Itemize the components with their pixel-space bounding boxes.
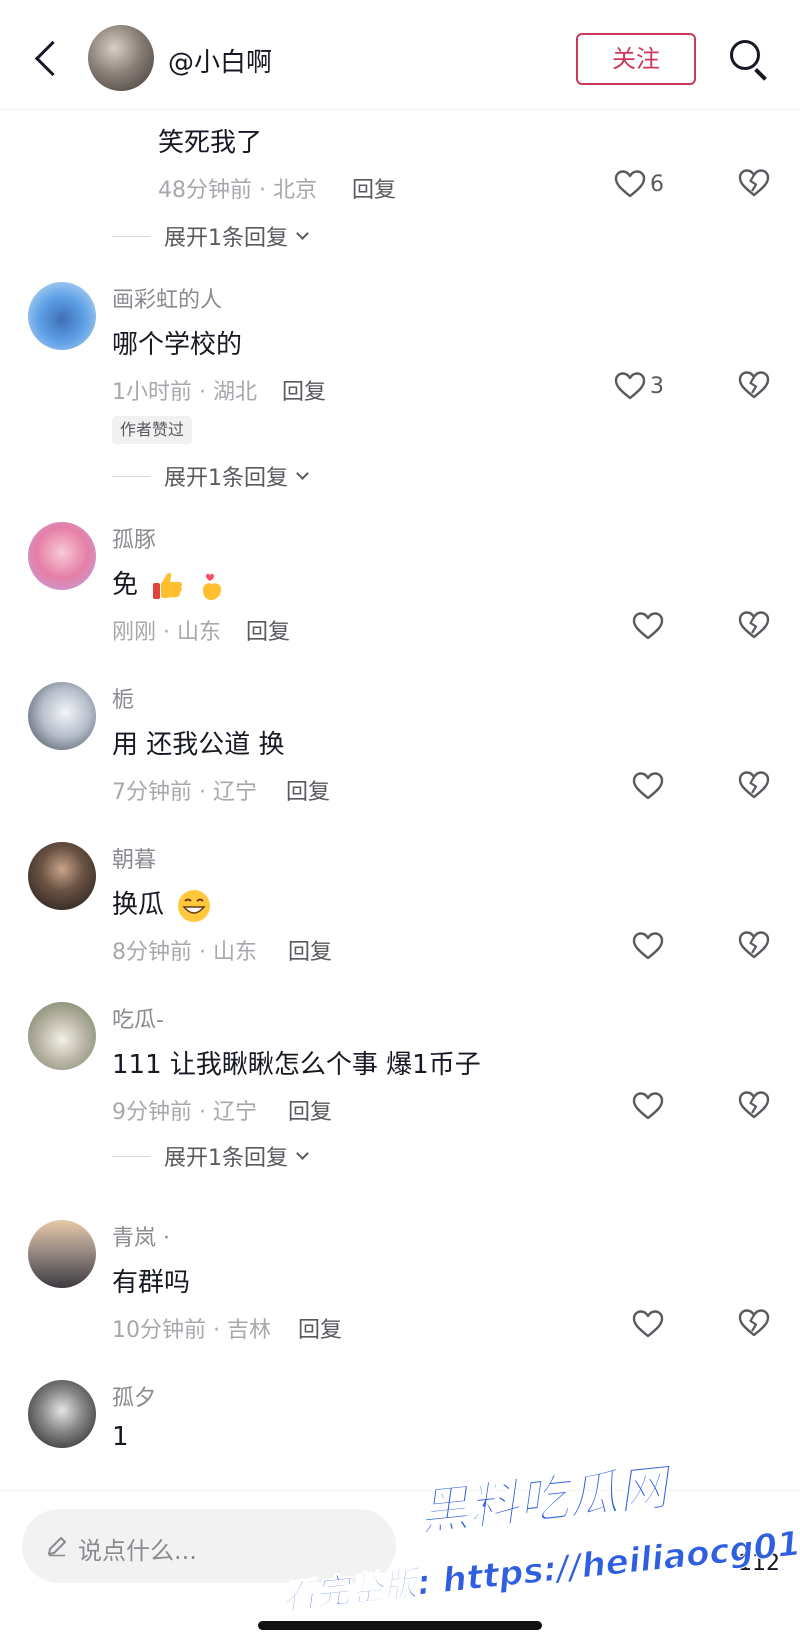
heart-outline-icon	[614, 372, 646, 400]
like-button[interactable]	[632, 770, 664, 802]
chevron-down-icon	[296, 226, 309, 240]
comment-username[interactable]: 朝暮	[112, 842, 156, 874]
reply-button[interactable]: 回复	[288, 934, 332, 966]
comment-text: 有群吗	[112, 1268, 191, 1298]
comment-meta: 1小时前 · 湖北	[112, 380, 257, 405]
user-avatar[interactable]	[28, 1002, 96, 1070]
reply-button[interactable]: 回复	[352, 172, 396, 204]
broken-heart-icon[interactable]	[738, 168, 770, 198]
comment-input-placeholder: 说点什么...	[78, 1537, 197, 1565]
follow-button[interactable]: 关注	[576, 33, 696, 85]
broken-heart-icon[interactable]	[738, 930, 770, 960]
comment-text: 哪个学校的	[112, 330, 243, 360]
heart-outline-icon	[632, 612, 664, 640]
comment-username[interactable]: 吃瓜-	[112, 1002, 164, 1034]
comment-text: 111 让我瞅瞅怎么个事 爆1币子	[112, 1050, 481, 1080]
broken-heart-icon[interactable]	[738, 610, 770, 640]
comment-input-bar: 说点什么... 112	[0, 1490, 800, 1646]
comment-text: 免	[112, 570, 139, 600]
expand-replies[interactable]: 展开1条回复	[112, 220, 309, 252]
comment-meta: 9分钟前 · 辽宁	[112, 1100, 257, 1125]
heart-outline-icon	[632, 1310, 664, 1338]
comment-list[interactable]: 笑死我了 48分钟前 · 北京 回复 6 展开1条回复 画彩虹的人 哪个学校的 …	[0, 110, 800, 1490]
user-avatar[interactable]	[28, 682, 96, 750]
like-button[interactable]	[632, 1090, 664, 1122]
comment-username[interactable]: 画彩虹的人	[112, 282, 222, 314]
author-username[interactable]: @小白啊	[168, 42, 272, 79]
comment-meta: 8分钟前 · 山东	[112, 940, 257, 965]
expand-label: 展开1条回复	[164, 226, 288, 251]
comment-username[interactable]: 孤夕	[112, 1380, 156, 1412]
chevron-down-icon	[296, 466, 309, 480]
heart-outline-icon	[632, 772, 664, 800]
pencil-icon	[48, 1537, 66, 1557]
expand-label: 展开1条回复	[164, 466, 288, 491]
like-button[interactable]	[632, 610, 664, 642]
comment-username[interactable]: 栀	[112, 682, 134, 714]
user-avatar[interactable]	[28, 522, 96, 590]
like-button[interactable]: 6	[614, 168, 664, 200]
like-button[interactable]: 3	[614, 370, 664, 402]
comment-text: 笑死我了	[158, 128, 263, 158]
broken-heart-icon[interactable]	[738, 1308, 770, 1338]
user-avatar[interactable]	[28, 1380, 96, 1448]
comment-text-row: 免	[112, 564, 227, 602]
heart-outline-icon	[632, 1092, 664, 1120]
comment-username[interactable]: 孤豚	[112, 522, 156, 554]
like-button[interactable]	[632, 1308, 664, 1340]
author-liked-badge: 作者赞过	[112, 416, 193, 444]
comment-text: 1	[112, 1422, 129, 1452]
expand-replies[interactable]: 展开1条回复	[112, 460, 309, 492]
reply-button[interactable]: 回复	[246, 614, 290, 646]
user-avatar[interactable]	[28, 282, 96, 350]
reply-button[interactable]: 回复	[282, 374, 326, 406]
comment-meta: 刚刚 · 山东	[112, 620, 221, 645]
reply-button[interactable]: 回复	[298, 1312, 342, 1344]
chevron-down-icon	[296, 1146, 309, 1160]
author-avatar[interactable]	[88, 25, 154, 91]
expand-replies[interactable]: 展开1条回复	[112, 1140, 309, 1172]
grinning-face-emoji-icon	[178, 889, 211, 922]
heart-outline-icon	[632, 932, 664, 960]
search-icon[interactable]	[728, 38, 772, 82]
comment-meta: 7分钟前 · 辽宁	[112, 780, 257, 805]
user-avatar[interactable]	[28, 842, 96, 910]
back-chevron-icon[interactable]	[30, 38, 64, 82]
top-bar: @小白啊 关注	[0, 0, 800, 110]
home-indicator	[258, 1621, 542, 1630]
like-button[interactable]	[632, 930, 664, 962]
comment-input[interactable]: 说点什么...	[22, 1509, 396, 1583]
comment-text: 换瓜	[112, 890, 165, 920]
like-count: 3	[650, 373, 664, 399]
user-avatar[interactable]	[28, 1220, 96, 1288]
comment-text: 用 还我公道 换	[112, 730, 285, 760]
comment-meta: 48分钟前 · 北京	[158, 178, 317, 203]
broken-heart-icon[interactable]	[738, 1090, 770, 1120]
finger-heart-emoji-icon	[202, 573, 221, 600]
broken-heart-icon[interactable]	[738, 770, 770, 800]
comment-text-row: 换瓜	[112, 884, 212, 923]
comment-meta: 10分钟前 · 吉林	[112, 1318, 271, 1343]
comment-username[interactable]: 青岚 ·	[112, 1220, 170, 1252]
comment-count: 112	[738, 1551, 780, 1576]
thumbs-up-emoji-icon	[153, 572, 183, 599]
heart-outline-icon	[614, 170, 646, 198]
like-count: 6	[650, 171, 664, 197]
broken-heart-icon[interactable]	[738, 370, 770, 400]
reply-button[interactable]: 回复	[288, 1094, 332, 1126]
expand-label: 展开1条回复	[164, 1146, 288, 1171]
reply-button[interactable]: 回复	[286, 774, 330, 806]
